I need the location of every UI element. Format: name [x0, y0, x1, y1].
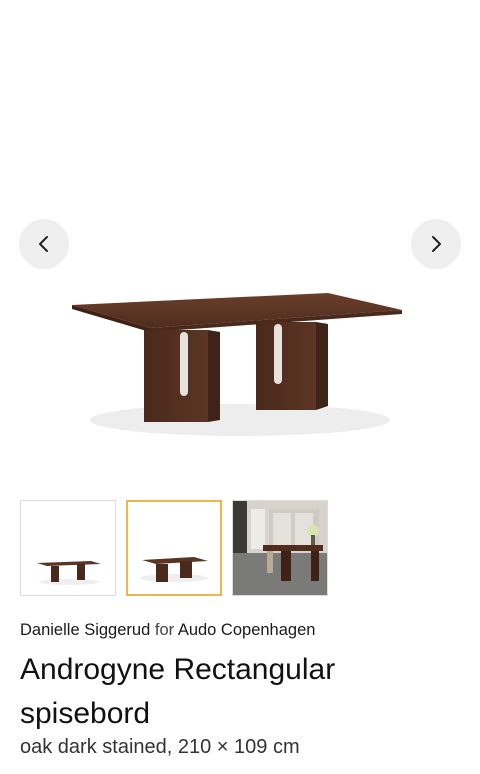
product-title: Androgyne Rectangular spisebord — [20, 653, 336, 730]
next-image-button[interactable] — [411, 219, 461, 269]
thumbnail-table-image — [37, 561, 101, 585]
previous-image-button[interactable] — [19, 219, 69, 269]
product-gallery — [0, 0, 480, 490]
chevron-left-icon — [39, 236, 48, 252]
thumbnail-3[interactable] — [232, 500, 328, 596]
brand-name[interactable]: Audo Copenhagen — [178, 621, 316, 639]
dining-room-photo — [233, 501, 327, 595]
product-variant: oak dark stained, 210 × 109 cm — [20, 736, 300, 758]
thumbnail-1[interactable] — [20, 500, 116, 596]
thumbnail-strip — [20, 500, 328, 596]
for-label: for — [154, 621, 175, 639]
main-product-image — [72, 293, 402, 436]
product-byline: Danielle Siggerud for Audo Copenhagen — [20, 621, 315, 640]
thumbnail-table-image-selected — [140, 557, 208, 582]
thumbnail-2[interactable] — [126, 500, 222, 596]
chevron-right-icon — [432, 236, 441, 252]
designer-name[interactable]: Danielle Siggerud — [20, 621, 150, 639]
